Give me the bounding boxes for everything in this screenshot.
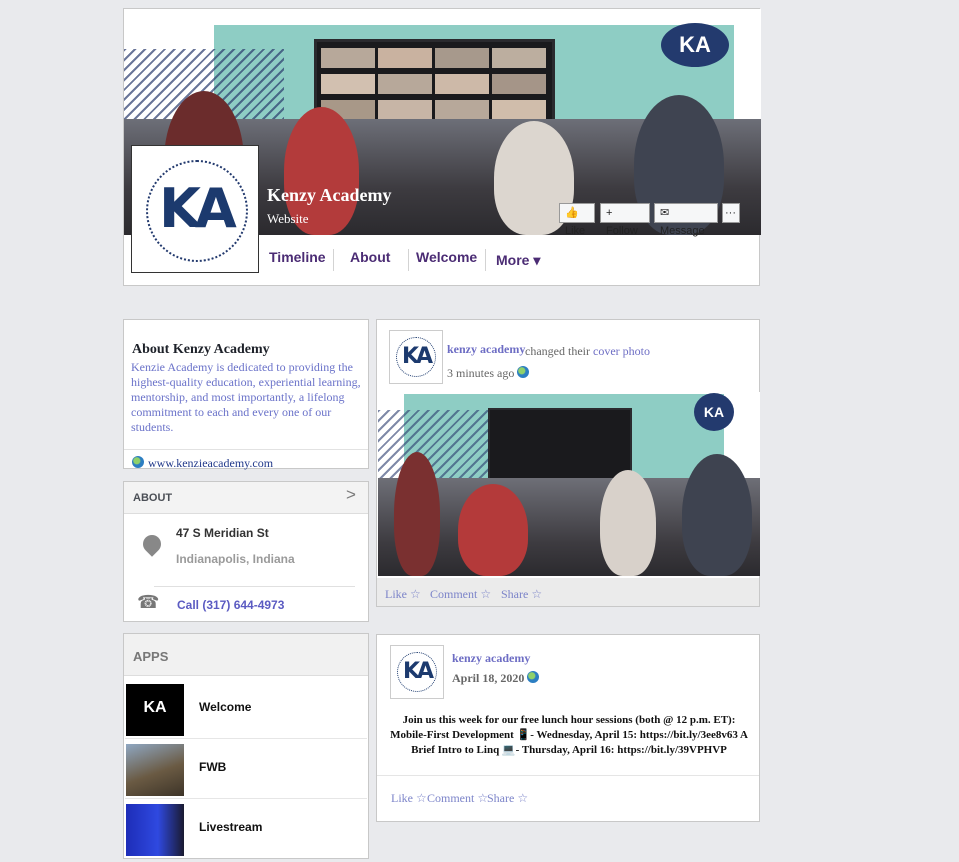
follow-button[interactable]: + Follow: [600, 203, 650, 237]
address-line-1: 47 S Meridian St: [176, 526, 269, 540]
divider: [124, 449, 368, 450]
app-thumbnail[interactable]: [126, 804, 184, 856]
app-thumbnail[interactable]: [126, 744, 184, 796]
app-label[interactable]: Livestream: [199, 820, 262, 834]
post-time[interactable]: 3 minutes ago: [447, 366, 514, 380]
app-label[interactable]: FWB: [199, 760, 226, 774]
tab-more[interactable]: More ▾: [496, 252, 540, 269]
page-title[interactable]: Kenzy Academy: [267, 185, 391, 206]
globe-icon: [132, 456, 144, 468]
nav-divider: [485, 249, 486, 271]
divider: [377, 775, 759, 776]
page-category: Website: [267, 211, 309, 226]
chevron-right-icon[interactable]: >: [346, 485, 356, 505]
author-avatar[interactable]: KA: [390, 645, 444, 699]
nav-divider: [333, 249, 334, 271]
share-action[interactable]: Share ☆: [501, 587, 542, 602]
post-author-link[interactable]: kenzy academy: [447, 342, 525, 357]
more-options-button[interactable]: ···: [722, 203, 740, 223]
profile-picture[interactable]: KA: [131, 145, 259, 273]
author-avatar[interactable]: KA: [389, 330, 443, 384]
contact-info-card: ABOUT > 47 S Meridian St Indianapolis, I…: [123, 481, 369, 622]
globe-icon: [517, 366, 530, 378]
about-description: Kenzie Academy is dedicated to providing…: [131, 360, 361, 434]
post-lunch-sessions: KA kenzy academy April 18, 2020 Join us …: [376, 634, 760, 822]
apps-heading: APPS: [133, 649, 169, 664]
kenzie-logo: KA: [159, 177, 237, 240]
divider: [154, 586, 355, 587]
info-card-header[interactable]: ABOUT >: [124, 482, 368, 514]
tab-welcome[interactable]: Welcome: [416, 249, 477, 265]
map-pin-icon: [139, 531, 165, 557]
app-item-welcome[interactable]: KA Welcome: [125, 680, 367, 739]
about-title: About Kenzy Academy: [132, 342, 270, 357]
phone-link[interactable]: Call (317) 644-4973: [177, 598, 284, 612]
comment-action[interactable]: Comment ☆: [430, 587, 491, 602]
apps-card: APPS KA Welcome FWB Livestream: [123, 633, 369, 859]
post-cover-update: KA kenzy academy changed their cover pho…: [376, 319, 760, 607]
post-body: Join us this week for our free lunch hou…: [390, 714, 748, 756]
post-author-link[interactable]: kenzy academy: [452, 651, 530, 666]
like-button[interactable]: 👍Like: [559, 203, 595, 237]
post-date[interactable]: April 18, 2020: [452, 671, 543, 686]
about-card: About Kenzy Academy Kenzie Academy is de…: [123, 319, 369, 471]
phone-icon: ☎: [137, 592, 160, 612]
info-card-heading: ABOUT: [133, 492, 173, 504]
app-thumbnail[interactable]: KA: [126, 684, 184, 736]
like-action[interactable]: Like ☆: [385, 587, 421, 602]
post-image[interactable]: KA: [378, 392, 760, 576]
app-item-fwb[interactable]: FWB: [125, 740, 367, 799]
website-link[interactable]: www.kenzieacademy.com: [132, 456, 273, 471]
cover-logo-badge: KA: [661, 23, 729, 67]
tab-about[interactable]: About: [350, 249, 390, 265]
share-action[interactable]: Share ☆: [487, 791, 528, 806]
address-line-2: Indianapolis, Indiana: [176, 552, 295, 566]
globe-icon: [527, 671, 540, 683]
like-action[interactable]: Like ☆: [391, 791, 427, 806]
apps-header: APPS: [124, 634, 368, 676]
page-header: KA KA Kenzy Academy Website 👍Like + Foll…: [123, 8, 761, 286]
website-url[interactable]: www.kenzieacademy.com: [148, 456, 273, 470]
post-timestamp[interactable]: 3 minutes ago: [447, 366, 533, 381]
post-date-text[interactable]: April 18, 2020: [452, 671, 524, 685]
message-button[interactable]: ✉ Message: [654, 203, 718, 237]
post-action-text: changed their: [525, 344, 590, 358]
app-label[interactable]: Welcome: [199, 700, 251, 714]
nav-divider: [408, 249, 409, 271]
tab-timeline[interactable]: Timeline: [269, 249, 326, 265]
comment-action[interactable]: Comment ☆: [427, 791, 488, 806]
cover-photo-link[interactable]: cover photo: [593, 344, 650, 359]
post-image-logo: KA: [694, 393, 734, 431]
post-actions-bar: Like ☆ Comment ☆ Share ☆: [377, 578, 759, 606]
app-item-livestream[interactable]: Livestream: [125, 800, 367, 858]
